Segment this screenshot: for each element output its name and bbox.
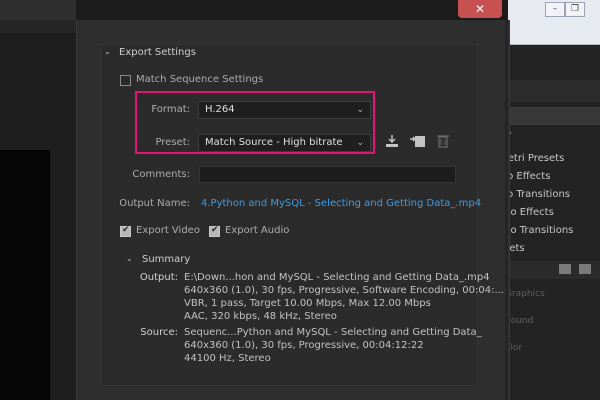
delete-preset-icon[interactable]: [437, 134, 449, 151]
chevron-down-icon: ⌄: [356, 105, 364, 115]
output-name-link[interactable]: 4.Python and MySQL - Selecting and Getti…: [201, 198, 481, 209]
panel-tab-graphics[interactable]: Graphics: [505, 289, 545, 299]
effects-list: metri Presets dio Effects dio Transition…: [497, 150, 600, 258]
program-monitor-area: [0, 150, 50, 400]
minimize-button[interactable]: –: [545, 2, 565, 17]
import-preset-icon[interactable]: [410, 134, 426, 151]
effects-panel-header: [497, 80, 600, 102]
summary-output-line: AAC, 320 kbps, 48 kHz, Stereo: [184, 311, 337, 322]
comments-label: Comments:: [132, 169, 190, 180]
summary-chevron-icon[interactable]: ⌄: [126, 254, 133, 263]
folder-icon[interactable]: [559, 264, 571, 274]
export-audio-checkbox[interactable]: [209, 225, 220, 237]
format-value: H.264: [205, 104, 235, 115]
export-settings-title: Export Settings: [119, 47, 196, 58]
comments-field[interactable]: [199, 166, 456, 183]
save-preset-icon[interactable]: [385, 134, 399, 151]
summary-source-line: 44100 Hz, Stereo: [184, 353, 271, 364]
summary-source-line: Sequenc...Python and MySQL - Selecting a…: [184, 327, 482, 338]
effects-search-bar[interactable]: [497, 107, 600, 125]
export-audio-label: Export Audio: [225, 225, 290, 236]
collapse-chevron-icon[interactable]: ⌄: [104, 47, 111, 56]
effects-toolbar: [497, 261, 600, 279]
background-tab-band: [0, 20, 86, 34]
new-item-icon[interactable]: [579, 264, 591, 274]
match-sequence-label: Match Sequence Settings: [136, 74, 264, 85]
export-video-label: Export Video: [136, 225, 200, 236]
dialog-title-bar: [76, 0, 508, 20]
format-dropdown[interactable]: H.264 ⌄: [198, 101, 371, 119]
output-name-label: Output Name:: [119, 198, 190, 209]
background-left-panel: [0, 0, 86, 400]
restore-button[interactable]: ❐: [565, 2, 585, 17]
preset-value: Match Source - High bitrate: [205, 137, 343, 148]
close-button[interactable]: ✕: [458, 0, 502, 18]
effects-item[interactable]: metri Presets: [497, 150, 600, 168]
effects-item[interactable]: dio Transitions: [497, 186, 600, 204]
export-video-checkbox[interactable]: [120, 225, 131, 237]
effects-item[interactable]: dio Effects: [497, 168, 600, 186]
effects-item[interactable]: deo Transitions: [497, 222, 600, 240]
background-window-chrome: – ❐: [497, 0, 600, 45]
dialog-scrollbar[interactable]: [505, 20, 508, 400]
format-label: Format:: [151, 104, 190, 115]
match-sequence-checkbox[interactable]: [120, 75, 131, 86]
summary-source-line: 640x360 (1.0), 30 fps, Progressive, 00:0…: [184, 340, 424, 351]
summary-output-line: 640x360 (1.0), 30 fps, Progressive, Soft…: [184, 285, 504, 296]
preset-dropdown[interactable]: Match Source - High bitrate ⌄: [198, 134, 371, 152]
summary-title: Summary: [142, 254, 191, 265]
chevron-down-icon: ⌄: [356, 138, 364, 148]
effects-item[interactable]: deo Effects: [497, 204, 600, 222]
summary-output-line: E:\Down...hon and MySQL - Selecting and …: [184, 272, 490, 283]
effects-item[interactable]: esets: [497, 240, 600, 258]
background-title-strip: [0, 0, 86, 20]
summary-output-line: VBR, 1 pass, Target 10.00 Mbps, Max 12.0…: [184, 298, 431, 309]
summary-output-label: Output:: [139, 272, 178, 283]
background-right-panel: – ❐ P metri Presets dio Effects dio Tran…: [497, 0, 600, 400]
preset-label: Preset:: [155, 137, 190, 148]
summary-source-label: Source:: [140, 327, 178, 338]
